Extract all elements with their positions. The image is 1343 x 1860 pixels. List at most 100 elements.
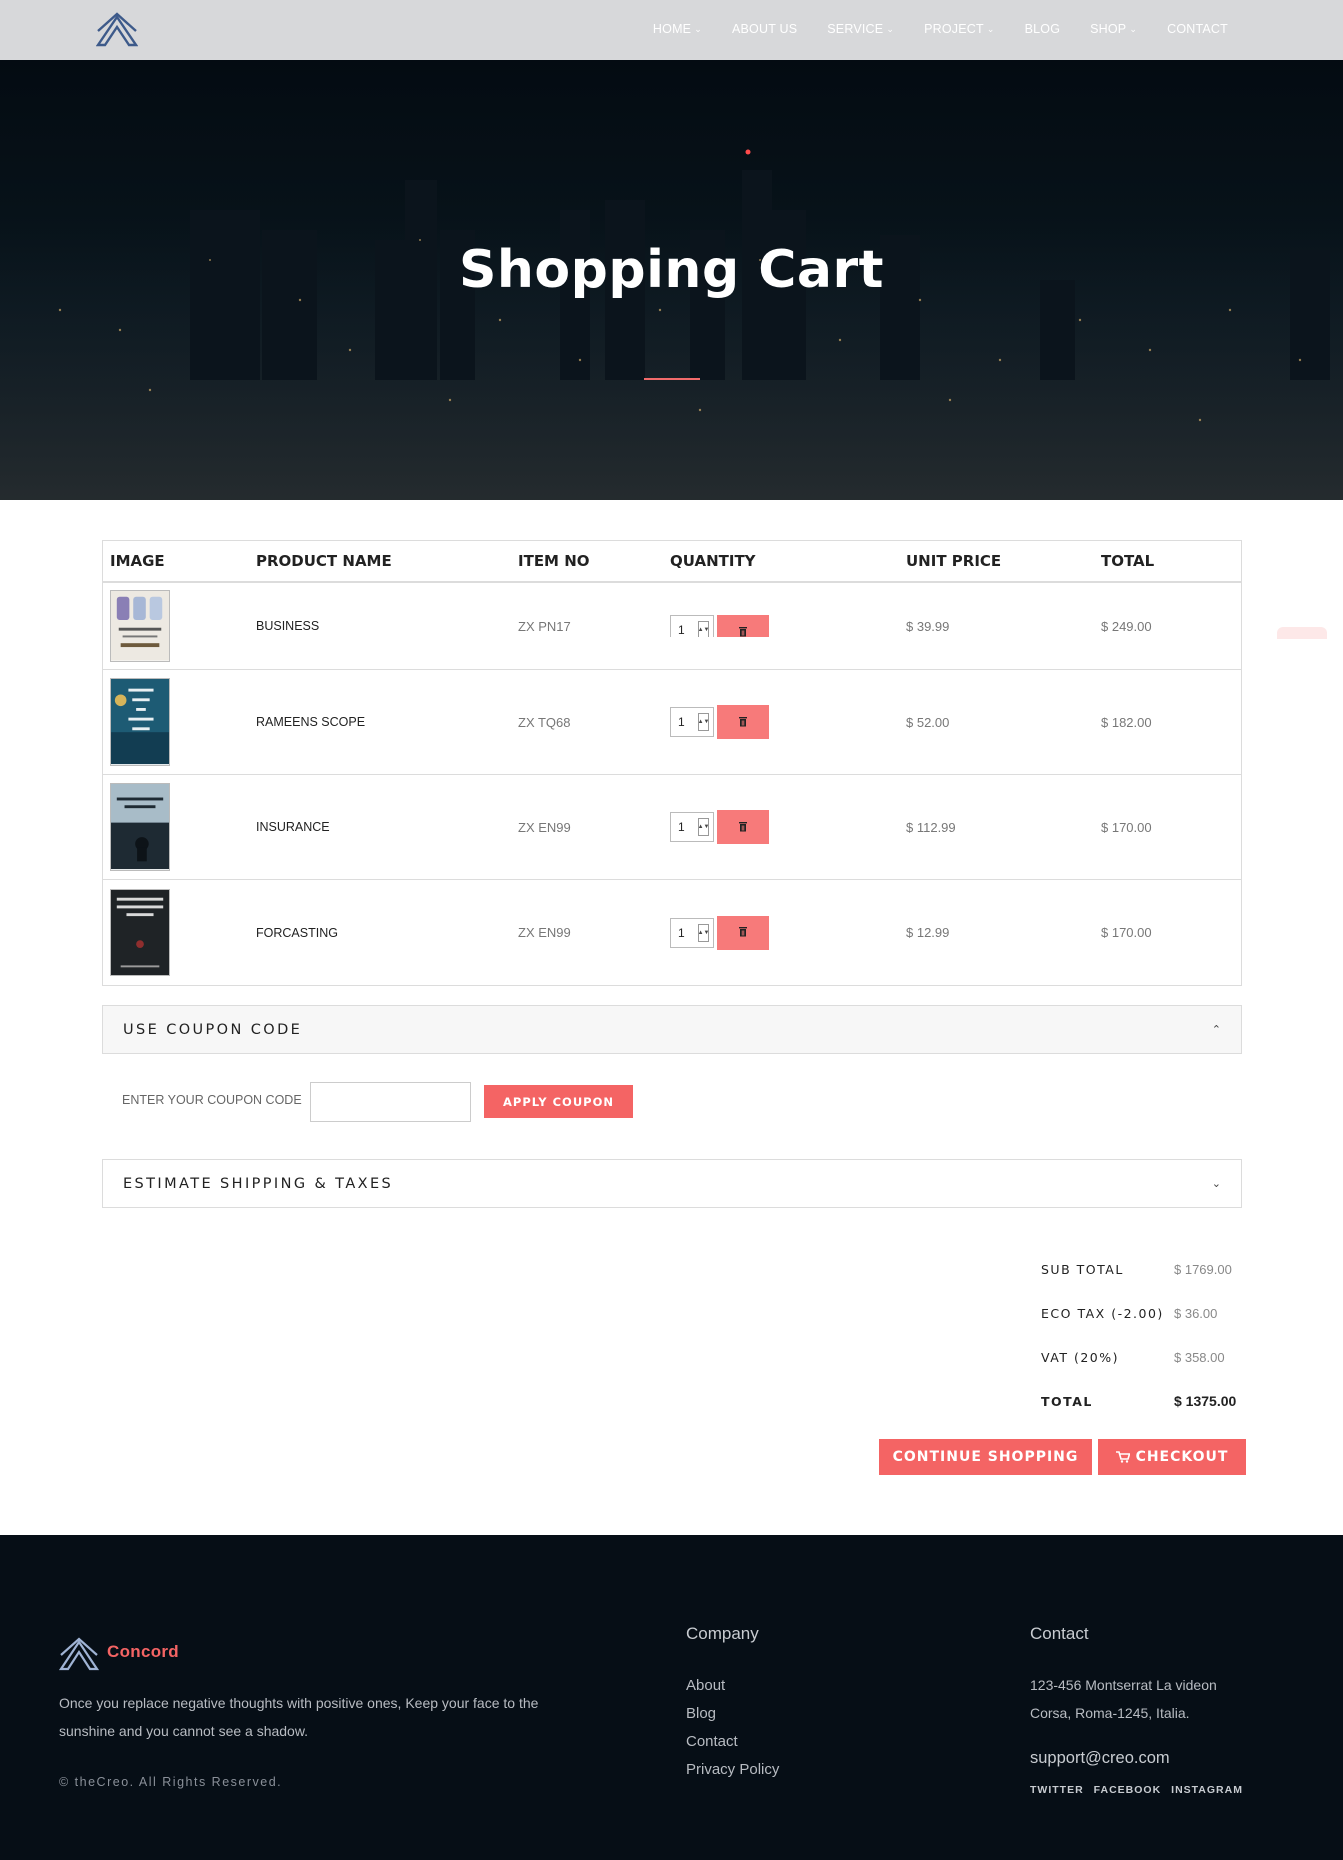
checkout-label: CHECKOUT (1135, 1449, 1229, 1465)
product-image-cell (103, 888, 256, 977)
subtotal-row: SUB TOTAL $ 1769.00 (1041, 1247, 1236, 1291)
address: 123-456 Montserrat La videon Corsa, Roma… (1030, 1671, 1217, 1727)
subtotal-label: SUB TOTAL (1041, 1261, 1124, 1277)
trash-icon (738, 625, 748, 638)
footer-link-privacy-policy[interactable]: Privacy Policy (686, 1755, 779, 1783)
vat-row: VAT (20%) $ 358.00 (1041, 1335, 1236, 1379)
unit-price: $ 12.99 (906, 925, 950, 940)
book-cover-image[interactable] (110, 783, 170, 871)
apply-coupon-button[interactable]: APPLY COUPON (484, 1085, 633, 1118)
chevron-down-icon: ⌄ (1129, 23, 1138, 34)
footer-tagline: Once you replace negative thoughts with … (59, 1695, 539, 1739)
hero-banner: Shopping Cart (0, 60, 1343, 500)
book-cover-image[interactable] (110, 590, 170, 662)
item-no: ZX PN17 (518, 618, 571, 634)
row-total: $ 249.00 (1101, 618, 1152, 634)
book-cover-image[interactable] (110, 678, 170, 766)
chevron-down-icon: ⌄ (886, 23, 895, 34)
header-item-no: ITEM NO (518, 552, 590, 570)
menu-item-blog[interactable]: BLOG (1025, 22, 1061, 36)
chevron-down-icon: ⌄ (694, 23, 702, 34)
spinner-arrows-icon[interactable]: ▲▼ (698, 713, 709, 731)
menu-item-service[interactable]: SERVICE ⌄ (827, 22, 894, 36)
unit-price: $ 52.00 (906, 714, 950, 730)
logo-icon[interactable] (59, 1636, 99, 1672)
menu-label: SHOP (1090, 22, 1127, 36)
footer-link-about[interactable]: About (686, 1671, 779, 1699)
product-name[interactable]: RAMEENS SCOPE (256, 715, 518, 729)
header-total: TOTAL (1101, 552, 1155, 570)
company-links: About Blog Contact Privacy Policy (686, 1671, 779, 1783)
item-no: ZX EN99 (518, 819, 571, 835)
remove-item-button[interactable] (717, 810, 769, 844)
logo-icon[interactable] (96, 11, 138, 49)
quantity-stepper[interactable]: 1 ▲▼ (670, 707, 714, 737)
table-row: BUSINESS ZX PN17 1 ▲▼ $ 39.99 $ 249.00 (103, 583, 1241, 670)
shipping-panel-header[interactable]: ESTIMATE SHIPPING & TAXES ⌄ (102, 1159, 1242, 1208)
remove-item-button[interactable] (717, 705, 769, 739)
remove-item-button[interactable] (717, 915, 769, 950)
quantity-value: 1 (678, 925, 685, 940)
coupon-panel-header[interactable]: USE COUPON CODE ⌃ (102, 1005, 1242, 1054)
product-name[interactable]: FORCASTING (256, 926, 518, 940)
row-total: $ 170.00 (1101, 925, 1152, 940)
menu-item-home[interactable]: HOME ⌄ (653, 22, 702, 36)
side-tab[interactable] (1277, 627, 1327, 639)
social-link-facebook[interactable]: FACEBOOK (1094, 1784, 1162, 1796)
continue-shopping-button[interactable]: CONTINUE SHOPPING (879, 1439, 1092, 1475)
product-image-cell (103, 783, 256, 871)
table-row: FORCASTING ZX EN99 1 ▲▼ $ 12.99 $ 170.00 (103, 880, 1241, 985)
cart-icon (1115, 1451, 1130, 1463)
footer-link-contact[interactable]: Contact (686, 1727, 779, 1755)
book-cover-image[interactable] (110, 888, 170, 977)
title-underline (644, 378, 700, 380)
footer-link-blog[interactable]: Blog (686, 1699, 779, 1727)
quantity-cell: 1 ▲▼ (670, 915, 906, 950)
grand-total-row: TOTAL $ 1375.00 (1041, 1379, 1236, 1423)
address-line-2: Corsa, Roma-1245, Italia. (1030, 1705, 1190, 1721)
remove-item-button[interactable] (717, 615, 769, 637)
spinner-arrows-icon[interactable]: ▲▼ (698, 923, 709, 942)
quantity-value: 1 (678, 623, 685, 637)
chevron-down-icon: ⌄ (986, 23, 995, 34)
quantity-cell: 1 ▲▼ (670, 810, 906, 844)
company-heading: Company (686, 1624, 759, 1643)
quantity-stepper[interactable]: 1 ▲▼ (670, 917, 714, 948)
quantity-stepper[interactable]: 1 ▲▼ (670, 812, 714, 842)
chevron-up-icon: ⌃ (1211, 1023, 1221, 1036)
footer: Concord Once you replace negative though… (0, 1535, 1343, 1860)
quantity-stepper[interactable]: 1 ▲▼ (670, 615, 714, 637)
header-unit-price: UNIT PRICE (906, 552, 1002, 570)
trash-icon (738, 820, 748, 835)
item-no: ZX EN99 (518, 925, 571, 940)
menu-label: HOME (652, 22, 692, 36)
product-name[interactable]: BUSINESS (256, 619, 518, 633)
menu-item-about-us[interactable]: ABOUT US (732, 22, 797, 36)
coupon-panel-title: USE COUPON CODE (123, 1021, 303, 1038)
unit-price: $ 112.99 (906, 819, 956, 835)
shipping-panel-title: ESTIMATE SHIPPING & TAXES (123, 1175, 394, 1192)
support-email[interactable]: support@creo.com (1030, 1749, 1170, 1768)
quantity-cell: 1 ▲▼ (670, 705, 906, 739)
menu-label: ABOUT US (731, 22, 798, 36)
eco-tax-label: ECO TAX (-2.00) (1041, 1305, 1164, 1321)
coupon-input[interactable] (310, 1082, 471, 1122)
header-product-name: PRODUCT NAME (256, 552, 392, 570)
main-menu: HOME ⌄ ABOUT US SERVICE ⌄ PROJECT ⌄ BLOG SH… (623, 22, 1228, 36)
trash-icon (738, 715, 748, 730)
menu-item-project[interactable]: PROJECT ⌄ (924, 22, 995, 36)
social-link-twitter[interactable]: TWITTER (1030, 1784, 1084, 1796)
checkout-button[interactable]: CHECKOUT (1098, 1439, 1246, 1475)
spinner-arrows-icon[interactable]: ▲▼ (698, 621, 709, 637)
contact-heading: Contact (1030, 1624, 1089, 1643)
spinner-arrows-icon[interactable]: ▲▼ (698, 818, 709, 836)
menu-item-contact[interactable]: CONTACT (1167, 22, 1228, 36)
chevron-down-icon: ⌄ (1211, 1177, 1221, 1190)
footer-brand[interactable]: Concord (107, 1642, 179, 1662)
product-name[interactable]: INSURANCE (256, 820, 518, 834)
quantity-cell: 1 ▲▼ (670, 615, 906, 637)
page-title: Shopping Cart (458, 240, 885, 300)
social-link-instagram[interactable]: INSTAGRAM (1171, 1784, 1243, 1796)
order-totals: SUB TOTAL $ 1769.00 ECO TAX (-2.00) $ 36… (1041, 1247, 1236, 1423)
menu-item-shop[interactable]: SHOP ⌄ (1090, 22, 1137, 36)
